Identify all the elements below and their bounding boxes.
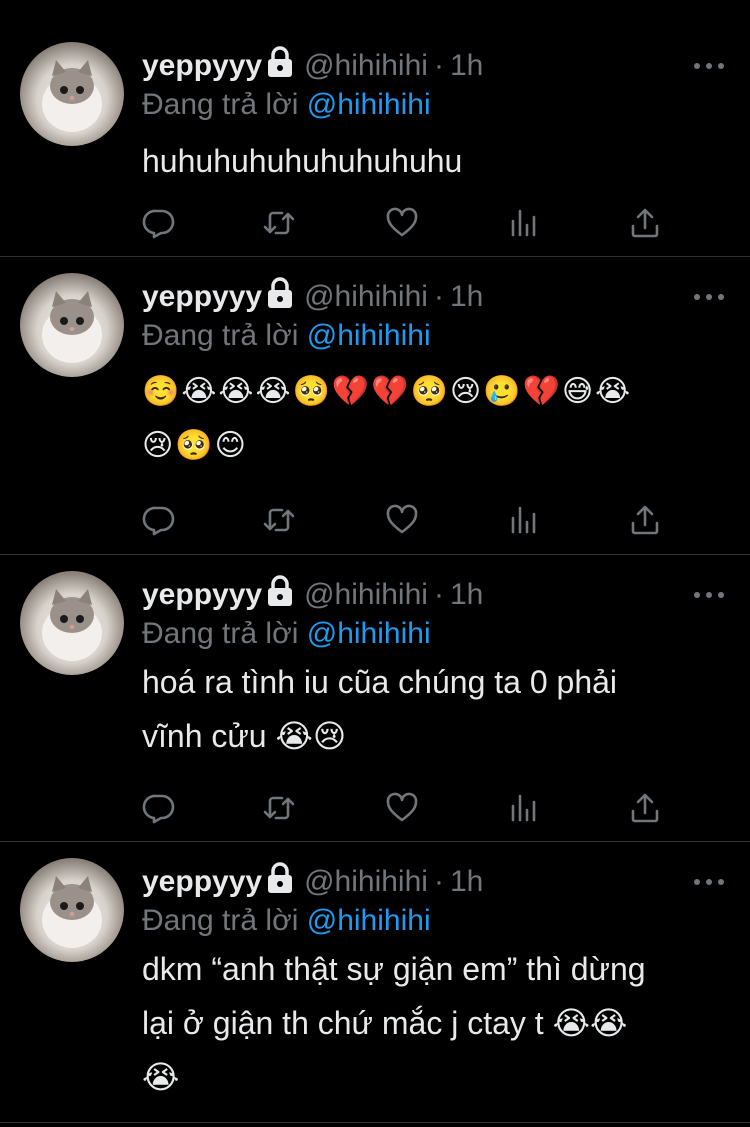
tweet[interactable]: yeppyyy @hihihihi · 1h Đang trả lời @hih…: [0, 555, 750, 842]
reply-icon[interactable]: [142, 791, 176, 825]
heart-icon[interactable]: [385, 206, 419, 240]
share-icon[interactable]: [628, 206, 662, 240]
share-icon[interactable]: [628, 503, 662, 537]
views-icon[interactable]: [507, 503, 541, 537]
lock-icon: [266, 277, 294, 317]
reply-icon[interactable]: [142, 503, 176, 537]
timestamp[interactable]: 1h: [450, 49, 483, 83]
replying-to: Đang trả lời @hihihihi: [142, 617, 431, 651]
tweet-text: dkm “anh thật sự giận em” thì dừng lại ở…: [142, 951, 646, 1095]
heart-icon[interactable]: [385, 503, 419, 537]
avatar[interactable]: [20, 273, 124, 377]
user-handle[interactable]: @hihihihi: [304, 49, 428, 83]
heart-icon[interactable]: [385, 791, 419, 825]
separator-dot: ·: [433, 280, 444, 313]
more-icon[interactable]: [694, 872, 724, 892]
retweet-icon[interactable]: [262, 503, 296, 537]
replying-to-label: Đang trả lời: [142, 904, 299, 937]
tweet[interactable]: yeppyyy @hihihihi · 1h Đang trả lời @hih…: [0, 257, 750, 555]
user-handle[interactable]: @hihihihi: [304, 865, 428, 899]
reply-mention-link[interactable]: @hihihihi: [307, 88, 431, 121]
replying-to: Đang trả lời @hihihihi: [142, 319, 431, 353]
views-icon[interactable]: [507, 206, 541, 240]
separator-dot: ·: [433, 578, 444, 611]
timestamp[interactable]: 1h: [450, 578, 483, 612]
tweet-header: yeppyyy @hihihihi · 1h: [142, 277, 483, 317]
avatar[interactable]: [20, 858, 124, 962]
display-name[interactable]: yeppyyy: [142, 280, 262, 314]
share-icon[interactable]: [628, 791, 662, 825]
user-handle[interactable]: @hihihihi: [304, 280, 428, 314]
display-name[interactable]: yeppyyy: [142, 865, 262, 899]
tweet-header: yeppyyy @hihihihi · 1h: [142, 575, 483, 615]
lock-icon: [266, 862, 294, 902]
more-icon[interactable]: [694, 56, 724, 76]
avatar[interactable]: [20, 42, 124, 146]
retweet-icon[interactable]: [262, 791, 296, 825]
retweet-icon[interactable]: [262, 206, 296, 240]
avatar[interactable]: [20, 571, 124, 675]
user-handle[interactable]: @hihihihi: [304, 578, 428, 612]
tweet-header: yeppyyy @hihihihi · 1h: [142, 862, 483, 902]
tweet-text: huhuhuhuhuhuhuhuhu: [142, 143, 463, 179]
tweet[interactable]: yeppyyy @hihihihi · 1h Đang trả lời @hih…: [0, 0, 750, 257]
timestamp[interactable]: 1h: [450, 865, 483, 899]
views-icon[interactable]: [507, 791, 541, 825]
tweet-actions: [142, 206, 662, 240]
reply-mention-link[interactable]: @hihihihi: [307, 319, 431, 352]
reply-mention-link[interactable]: @hihihihi: [307, 904, 431, 937]
reply-mention-link[interactable]: @hihihihi: [307, 617, 431, 650]
more-icon[interactable]: [694, 287, 724, 307]
timestamp[interactable]: 1h: [450, 280, 483, 314]
more-icon[interactable]: [694, 585, 724, 605]
separator-dot: ·: [433, 865, 444, 898]
tweet-text: hoá ra tình iu cũa chúng ta 0 phải vĩnh …: [142, 664, 618, 754]
replying-to-label: Đang trả lời: [142, 88, 299, 121]
replying-to-label: Đang trả lời: [142, 617, 299, 650]
separator-dot: ·: [433, 49, 444, 82]
display-name[interactable]: yeppyyy: [142, 578, 262, 612]
lock-icon: [266, 46, 294, 86]
replying-to-label: Đang trả lời: [142, 319, 299, 352]
lock-icon: [266, 575, 294, 615]
replying-to: Đang trả lời @hihihihi: [142, 88, 431, 122]
tweet-text: ☺️😭😭😭🥺💔💔🥺😢🥲💔😅😭 😢🥺😊: [142, 375, 633, 462]
tweet-header: yeppyyy @hihihihi · 1h: [142, 46, 483, 86]
display-name[interactable]: yeppyyy: [142, 49, 262, 83]
tweet-actions: [142, 503, 662, 537]
reply-icon[interactable]: [142, 206, 176, 240]
replying-to: Đang trả lời @hihihihi: [142, 904, 431, 938]
tweet[interactable]: yeppyyy @hihihihi · 1h Đang trả lời @hih…: [0, 842, 750, 1123]
tweet-actions: [142, 791, 662, 825]
